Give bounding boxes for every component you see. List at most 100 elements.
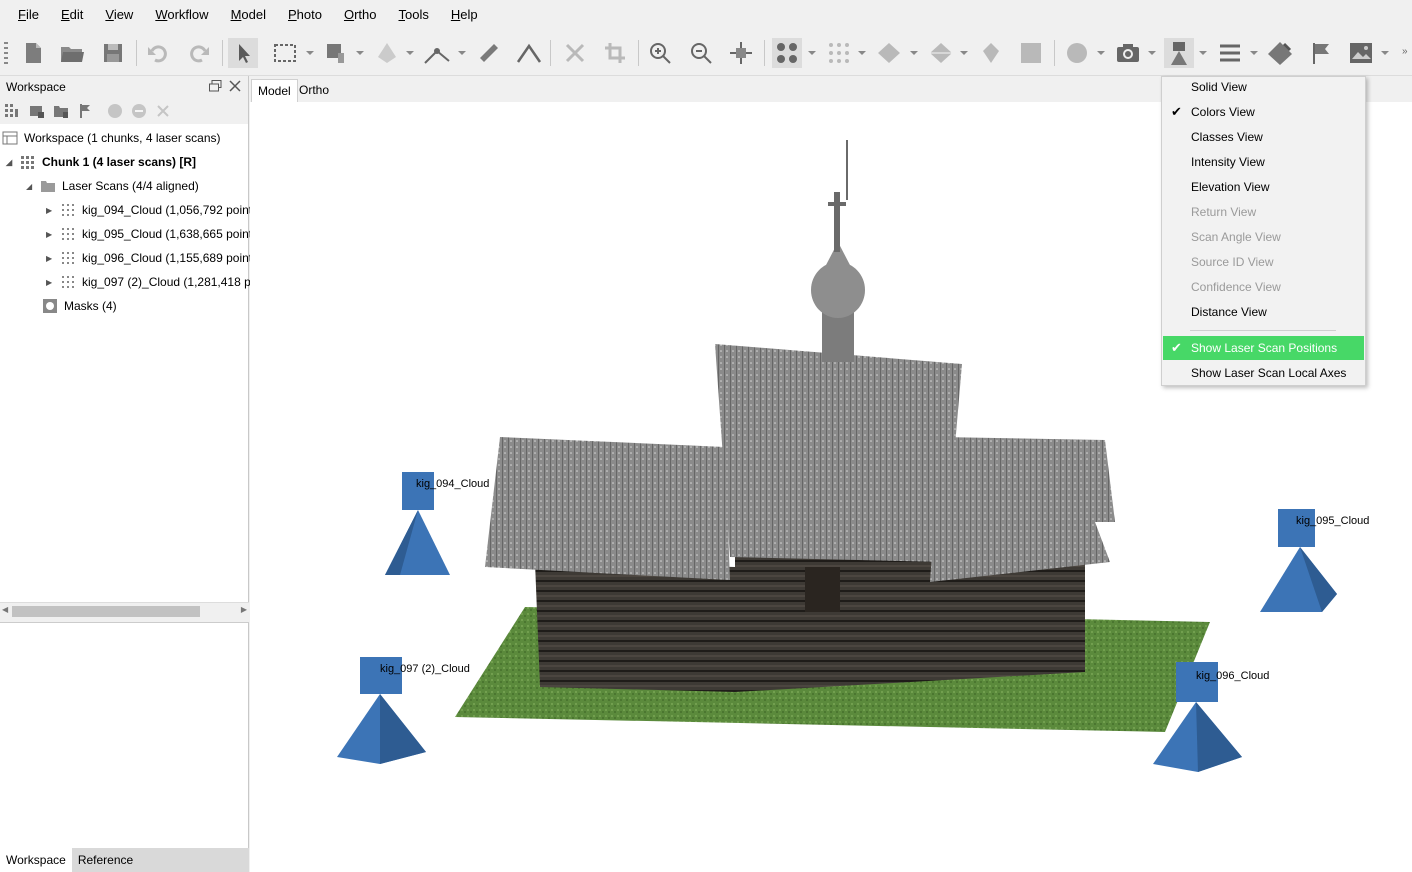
menu-photo[interactable]: Photo bbox=[277, 0, 333, 30]
points-view-icon[interactable] bbox=[772, 38, 802, 68]
measure-icon[interactable] bbox=[514, 38, 544, 68]
tree-scan-item[interactable]: ▶ kig_096_Cloud (1,155,689 point bbox=[46, 246, 252, 270]
tree-workspace-label: Workspace (1 chunks, 4 laser scans) bbox=[24, 131, 221, 145]
textured-mesh-dropdown[interactable] bbox=[960, 51, 968, 55]
tree-masks[interactable]: Masks (4) bbox=[38, 294, 117, 318]
zoom-in-icon[interactable] bbox=[645, 38, 675, 68]
tab-model[interactable]: Model bbox=[251, 79, 298, 102]
zoom-out-icon[interactable] bbox=[686, 38, 716, 68]
select-arrow-icon[interactable] bbox=[228, 38, 258, 68]
new-document-icon[interactable] bbox=[18, 38, 48, 68]
open-folder-icon[interactable] bbox=[57, 38, 87, 68]
toolbar-overflow-icon[interactable]: » bbox=[1402, 46, 1408, 57]
marker-icon[interactable] bbox=[422, 38, 452, 68]
folder-icon bbox=[41, 181, 55, 192]
textured-mesh-icon[interactable] bbox=[926, 38, 956, 68]
collapse-folder-icon[interactable]: ◢ bbox=[26, 182, 36, 191]
float-panel-icon[interactable] bbox=[209, 80, 222, 92]
enable-icon[interactable] bbox=[107, 103, 123, 119]
tab-ortho[interactable]: Ortho bbox=[293, 79, 335, 102]
close-panel-icon[interactable] bbox=[228, 79, 242, 93]
add-folder-icon[interactable] bbox=[53, 103, 69, 119]
expand-scan-icon[interactable]: ▶ bbox=[46, 278, 56, 287]
dem-icon[interactable] bbox=[1016, 38, 1046, 68]
save-icon[interactable] bbox=[98, 38, 128, 68]
rectangle-select-dropdown[interactable] bbox=[306, 51, 314, 55]
image-dropdown[interactable] bbox=[1381, 51, 1389, 55]
remove-icon[interactable] bbox=[155, 103, 171, 119]
tree-scan-item[interactable]: ▶ kig_095_Cloud (1,638,665 point bbox=[46, 222, 252, 246]
expand-scan-icon[interactable]: ▶ bbox=[46, 254, 56, 263]
tree-chunk[interactable]: ◢ Chunk 1 (4 laser scans) [R] bbox=[6, 150, 196, 174]
expand-scan-icon[interactable]: ▶ bbox=[46, 230, 56, 239]
rectangle-select-icon[interactable] bbox=[270, 38, 300, 68]
image-icon[interactable] bbox=[1346, 38, 1376, 68]
scroll-right-icon[interactable]: ▶ bbox=[241, 605, 247, 614]
brush-select-dropdown[interactable] bbox=[356, 51, 364, 55]
marker-dropdown[interactable] bbox=[458, 51, 466, 55]
menu-tools[interactable]: Tools bbox=[388, 0, 440, 30]
flag-icon[interactable] bbox=[1306, 38, 1336, 68]
tree-laser-scans-label: Laser Scans (4/4 aligned) bbox=[62, 179, 199, 193]
tree-masks-label: Masks (4) bbox=[64, 299, 117, 313]
menu-view[interactable]: View bbox=[94, 0, 144, 30]
menu-item-solid-view[interactable]: Solid View bbox=[1163, 75, 1364, 99]
menu-item-classes-view[interactable]: Classes View bbox=[1163, 125, 1364, 149]
add-photos-icon[interactable] bbox=[29, 103, 45, 119]
panel-splitter[interactable] bbox=[0, 619, 249, 623]
menu-model[interactable]: Model bbox=[220, 0, 277, 30]
tree-laser-scans-folder[interactable]: ◢ Laser Scans (4/4 aligned) bbox=[26, 174, 199, 198]
dense-points-icon[interactable] bbox=[824, 38, 854, 68]
points-view-dropdown[interactable] bbox=[808, 51, 816, 55]
menu-item-show-laser-scan-positions[interactable]: ✔ Show Laser Scan Positions bbox=[1163, 336, 1364, 360]
dense-points-dropdown[interactable] bbox=[858, 51, 866, 55]
collapse-chunk-icon[interactable]: ◢ bbox=[6, 158, 16, 167]
scrollbar-thumb[interactable] bbox=[12, 606, 200, 617]
move-icon[interactable] bbox=[726, 38, 756, 68]
shape-dropdown[interactable] bbox=[406, 51, 414, 55]
crop-icon[interactable] bbox=[600, 38, 630, 68]
tab-reference[interactable]: Reference bbox=[72, 848, 139, 872]
laser-scanner-icon[interactable] bbox=[1164, 38, 1194, 68]
redo-icon[interactable] bbox=[184, 38, 214, 68]
menu-workflow[interactable]: Workflow bbox=[144, 0, 219, 30]
shape-icon[interactable] bbox=[372, 38, 402, 68]
expand-scan-icon[interactable]: ▶ bbox=[46, 206, 56, 215]
tree-scan-label: kig_097 (2)_Cloud (1,281,418 pc bbox=[82, 275, 257, 289]
brush-select-icon[interactable] bbox=[322, 38, 352, 68]
menu-item-intensity-view[interactable]: Intensity View bbox=[1163, 150, 1364, 174]
globe-dropdown[interactable] bbox=[1097, 51, 1105, 55]
laser-scanner-dropdown[interactable] bbox=[1199, 51, 1207, 55]
delete-icon[interactable] bbox=[560, 38, 590, 68]
add-chunk-icon[interactable] bbox=[4, 103, 20, 119]
menu-lines-icon[interactable] bbox=[1215, 38, 1245, 68]
ruler-icon[interactable] bbox=[474, 38, 504, 68]
tree-workspace-root[interactable]: Workspace (1 chunks, 4 laser scans) bbox=[2, 126, 221, 150]
horizontal-scrollbar[interactable]: ◀ ▶ bbox=[0, 602, 249, 619]
add-marker-icon[interactable] bbox=[77, 103, 93, 119]
mesh-dropdown[interactable] bbox=[910, 51, 918, 55]
tree-scan-item[interactable]: ▶ kig_094_Cloud (1,056,792 point bbox=[46, 198, 252, 222]
mesh-icon[interactable] bbox=[874, 38, 904, 68]
toolbar-grip[interactable] bbox=[4, 42, 8, 64]
menu-lines-dropdown[interactable] bbox=[1250, 51, 1258, 55]
menu-item-colors-view[interactable]: ✔ Colors View bbox=[1163, 100, 1364, 124]
menu-item-elevation-view[interactable]: Elevation View bbox=[1163, 175, 1364, 199]
diamond-icon[interactable] bbox=[1265, 38, 1295, 68]
tiled-model-icon[interactable] bbox=[976, 38, 1006, 68]
menu-edit[interactable]: Edit bbox=[50, 0, 94, 30]
menu-file[interactable]: File bbox=[7, 0, 50, 30]
tree-scan-item[interactable]: ▶ kig_097 (2)_Cloud (1,281,418 pc bbox=[46, 270, 257, 294]
tab-workspace[interactable]: Workspace bbox=[0, 848, 72, 872]
disable-icon[interactable] bbox=[131, 103, 147, 119]
menu-item-distance-view[interactable]: Distance View bbox=[1163, 300, 1364, 324]
scroll-left-icon[interactable]: ◀ bbox=[2, 605, 8, 614]
menu-item-show-laser-scan-local-axes[interactable]: Show Laser Scan Local Axes bbox=[1163, 361, 1364, 385]
scan-label: kig_095_Cloud bbox=[1296, 515, 1370, 527]
undo-icon[interactable] bbox=[143, 38, 173, 68]
camera-dropdown[interactable] bbox=[1148, 51, 1156, 55]
menu-ortho[interactable]: Ortho bbox=[333, 0, 388, 30]
menu-help[interactable]: Help bbox=[440, 0, 489, 30]
globe-icon[interactable] bbox=[1062, 38, 1092, 68]
camera-icon[interactable] bbox=[1113, 38, 1143, 68]
